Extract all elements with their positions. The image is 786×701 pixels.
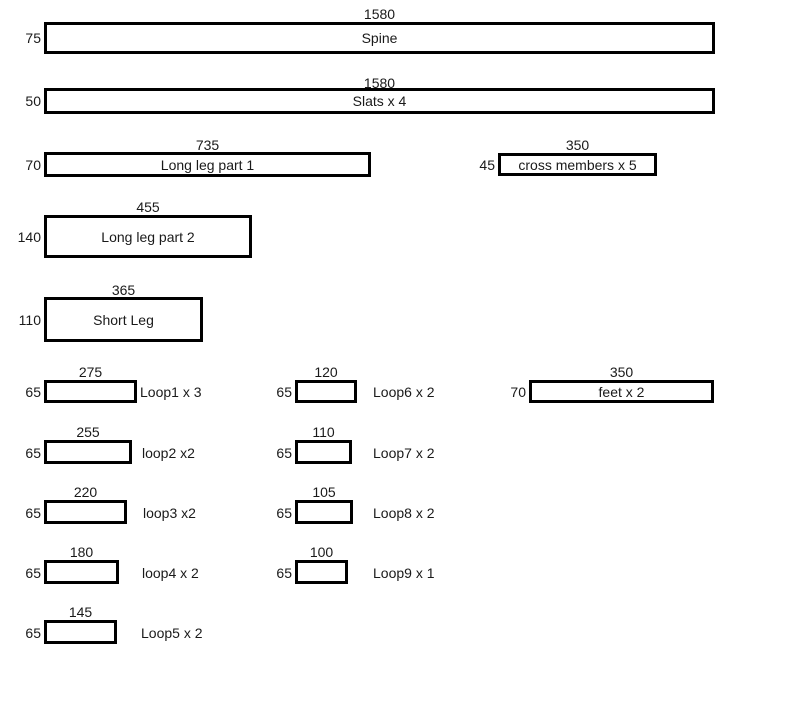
part-rectangle-loop5	[44, 620, 117, 644]
height-dimension-loop7: 65	[276, 445, 292, 461]
part-name-spine: Spine	[361, 30, 398, 46]
width-dimension-loop8: 105	[312, 484, 336, 500]
part-name-feet: feet x 2	[598, 383, 645, 400]
parts-diagram-canvas: 1580 75 Spine 1580 50 Slats x 4 735 70 Long leg …	[0, 0, 786, 701]
height-dimension-cross-members: 45	[479, 157, 495, 173]
part-rectangle-slats: Slats x 4	[44, 88, 715, 114]
part-rectangle-cross-members: cross members x 5	[498, 153, 657, 176]
height-dimension-feet: 70	[510, 384, 526, 400]
height-dimension-short-leg: 110	[18, 312, 41, 328]
part-name-loop5: Loop5 x 2	[141, 625, 203, 641]
part-name-loop2: loop2 x2	[142, 445, 195, 461]
part-name-loop6: Loop6 x 2	[373, 384, 435, 400]
width-dimension-loop6: 120	[314, 364, 338, 380]
part-rectangle-loop4	[44, 560, 119, 584]
width-dimension-cross-members: 350	[565, 137, 590, 153]
part-name-short-leg: Short Leg	[93, 311, 154, 328]
part-rectangle-long-leg-part-2: Long leg part 2	[44, 215, 252, 258]
height-dimension-loop2: 65	[25, 445, 41, 461]
part-name-loop4: loop4 x 2	[142, 565, 199, 581]
height-dimension-loop3: 65	[25, 505, 41, 521]
part-rectangle-loop9	[295, 560, 348, 584]
height-dimension-loop1: 65	[25, 384, 41, 400]
width-dimension-long-leg-part-2: 455	[136, 199, 160, 215]
width-dimension-loop4: 180	[69, 544, 94, 560]
part-rectangle-loop6	[295, 380, 357, 403]
part-rectangle-loop1	[44, 380, 137, 403]
height-dimension-slats: 50	[25, 93, 41, 109]
part-name-cross-members: cross members x 5	[518, 156, 637, 173]
width-dimension-loop2: 255	[76, 424, 100, 440]
height-dimension-loop5: 65	[25, 625, 41, 641]
width-dimension-short-leg: 365	[111, 282, 136, 298]
width-dimension-loop9: 100	[309, 544, 334, 560]
part-rectangle-short-leg: Short Leg	[44, 297, 203, 342]
width-dimension-loop1: 275	[78, 364, 103, 380]
part-name-long-leg-part-1: Long leg part 1	[160, 156, 255, 173]
part-name-long-leg-part-2: Long leg part 2	[101, 228, 195, 245]
part-name-loop3: loop3 x2	[143, 505, 196, 521]
width-dimension-long-leg-part-1: 735	[195, 137, 220, 153]
part-name-loop7: Loop7 x 2	[373, 445, 435, 461]
height-dimension-loop4: 65	[25, 565, 41, 581]
width-dimension-loop7: 110	[312, 424, 335, 440]
part-name-loop9: Loop9 x 1	[373, 565, 435, 581]
part-rectangle-loop2	[44, 440, 132, 464]
part-rectangle-long-leg-part-1: Long leg part 1	[44, 152, 371, 177]
height-dimension-loop8: 65	[276, 505, 292, 521]
height-dimension-loop6: 65	[276, 384, 292, 400]
part-name-loop8: Loop8 x 2	[373, 505, 435, 521]
part-rectangle-feet: feet x 2	[529, 380, 714, 403]
width-dimension-feet: 350	[609, 364, 634, 380]
part-rectangle-spine: Spine	[44, 22, 715, 54]
height-dimension-long-leg-part-2: 140	[17, 229, 41, 245]
part-rectangle-loop3	[44, 500, 127, 524]
width-dimension-loop3: 220	[73, 484, 98, 500]
part-name-loop1: Loop1 x 3	[140, 384, 202, 400]
part-rectangle-loop7	[295, 440, 352, 464]
height-dimension-long-leg-part-1: 70	[25, 157, 41, 173]
width-dimension-loop5: 145	[68, 604, 93, 620]
height-dimension-spine: 75	[25, 30, 41, 46]
width-dimension-spine: 1580	[363, 6, 396, 22]
part-rectangle-loop8	[295, 500, 353, 524]
part-name-slats: Slats x 4	[352, 93, 407, 109]
height-dimension-loop9: 65	[276, 565, 292, 581]
